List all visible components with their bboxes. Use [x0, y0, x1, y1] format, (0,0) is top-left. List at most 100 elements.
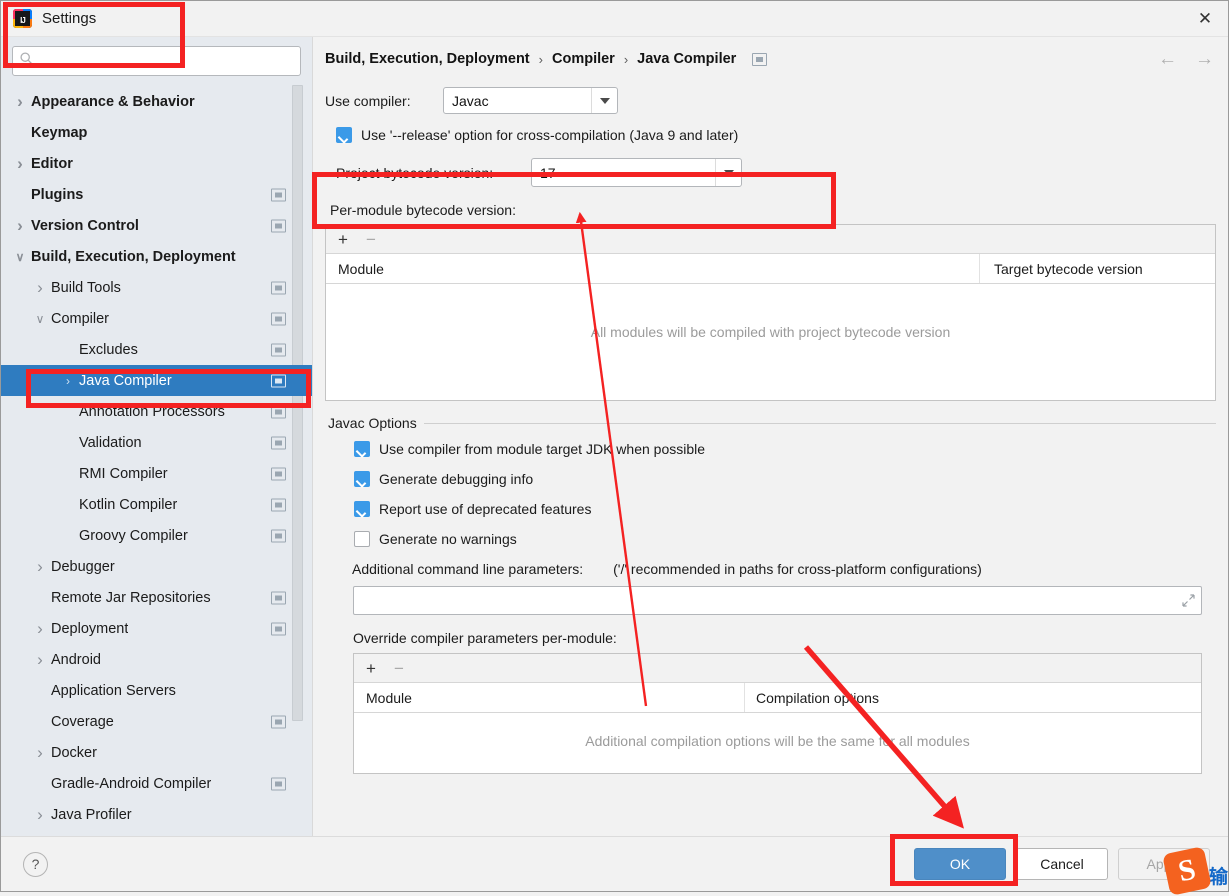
sidebar-item-label: RMI Compiler — [79, 465, 168, 482]
arrow-right-icon[interactable]: → — [1195, 50, 1214, 69]
chevron-right-icon[interactable]: › — [29, 743, 51, 763]
javac-option-row-1[interactable]: Generate debugging info — [354, 471, 1216, 487]
chevron-right-icon[interactable]: › — [29, 650, 51, 670]
module-scope-icon[interactable] — [271, 529, 286, 542]
breadcrumb-mid[interactable]: Compiler — [552, 51, 615, 67]
search-area — [1, 37, 312, 85]
chevron-right-icon[interactable]: › — [29, 278, 51, 298]
sidebar-item-coverage[interactable]: ›Coverage — [1, 706, 312, 737]
sidebar-item-groovy-compiler[interactable]: ›Groovy Compiler — [1, 520, 312, 551]
module-scope-icon[interactable] — [271, 622, 286, 635]
module-scope-icon[interactable] — [271, 374, 286, 387]
generate-debugging-info-checkbox[interactable] — [354, 471, 370, 487]
chevron-right-icon[interactable]: › — [9, 154, 31, 174]
sidebar-item-build-tools[interactable]: › Build Tools — [1, 272, 312, 303]
use-module-jdk-label: Use compiler from module target JDK when… — [379, 441, 706, 457]
column-header-target-bytecode[interactable]: Target bytecode version — [979, 254, 1215, 283]
module-scope-icon[interactable] — [271, 343, 286, 356]
sidebar-item-gradle-android-compiler[interactable]: ›Gradle-Android Compiler — [1, 768, 312, 799]
chevron-right-icon[interactable]: › — [29, 805, 51, 825]
report-deprecated-checkbox[interactable] — [354, 501, 370, 517]
expand-icon[interactable] — [1175, 594, 1201, 607]
column-header-module[interactable]: Module — [354, 690, 744, 706]
sidebar-item-java-compiler[interactable]: › Java Compiler — [1, 365, 312, 396]
sidebar-item-kotlin-compiler[interactable]: ›Kotlin Compiler — [1, 489, 312, 520]
close-icon[interactable]: ✕ — [1182, 1, 1228, 36]
additional-params-input[interactable] — [354, 592, 1175, 609]
module-scope-icon[interactable] — [271, 467, 286, 480]
settings-tree[interactable]: ›Appearance & Behavior›Keymap›Editor›Plu… — [1, 85, 312, 836]
sidebar-item-editor[interactable]: › Editor — [1, 148, 312, 179]
chevron-down-icon[interactable]: ∨ — [29, 312, 51, 326]
chevron-right-icon[interactable]: › — [29, 557, 51, 577]
sidebar-item-label: Debugger — [51, 558, 115, 575]
sidebar-item-android[interactable]: › Android — [1, 644, 312, 675]
sidebar-item-rmi-compiler[interactable]: ›RMI Compiler — [1, 458, 312, 489]
sidebar-item-java-profiler[interactable]: › Java Profiler — [1, 799, 312, 830]
sidebar-item-validation[interactable]: ›Validation — [1, 427, 312, 458]
project-bytecode-select[interactable]: 17 — [531, 158, 742, 187]
sidebar-item-plugins[interactable]: ›Plugins — [1, 179, 312, 210]
chevron-down-icon[interactable] — [715, 159, 741, 186]
column-header-compilation-options[interactable]: Compilation options — [744, 683, 1198, 712]
javac-option-row-3[interactable]: Generate no warnings — [354, 531, 1216, 547]
plus-icon[interactable]: + — [366, 660, 376, 677]
module-scope-icon[interactable] — [752, 52, 768, 66]
sidebar-item-docker[interactable]: › Docker — [1, 737, 312, 768]
sidebar-item-deployment[interactable]: › Deployment — [1, 613, 312, 644]
settings-dialog: IJ Settings ✕ › Appearance & Behavior Ke… — [0, 0, 1229, 892]
sidebar-item-label: Validation — [79, 434, 142, 451]
module-scope-icon[interactable] — [271, 281, 286, 294]
sidebar-item-label: Build, Execution, Deployment — [31, 248, 236, 265]
chevron-down-icon[interactable]: ∨ — [9, 250, 31, 264]
minus-icon[interactable]: − — [394, 660, 404, 677]
module-scope-icon[interactable] — [271, 312, 286, 325]
ok-button[interactable]: OK — [914, 848, 1006, 880]
search-box[interactable] — [12, 46, 301, 76]
sidebar-item-label: Android — [51, 651, 101, 668]
per-module-table-body[interactable]: All modules will be compiled with projec… — [326, 284, 1215, 400]
sidebar-item-annotation-processors[interactable]: ›Annotation Processors — [1, 396, 312, 427]
sidebar-item-application-servers[interactable]: ›Application Servers — [1, 675, 312, 706]
arrow-left-icon[interactable]: ← — [1158, 50, 1177, 69]
help-icon[interactable]: ? — [23, 851, 48, 877]
search-input[interactable] — [33, 52, 293, 70]
generate-no-warnings-label: Generate no warnings — [379, 531, 517, 547]
chevron-right-icon[interactable]: › — [9, 216, 31, 236]
sidebar-item-compiler[interactable]: ∨ Compiler — [1, 303, 312, 334]
module-scope-icon[interactable] — [271, 405, 286, 418]
override-table-body[interactable]: Additional compilation options will be t… — [354, 713, 1201, 773]
additional-params-input-wrapper[interactable] — [353, 586, 1202, 615]
chevron-down-icon[interactable] — [591, 88, 617, 113]
minus-icon[interactable]: − — [366, 231, 376, 248]
release-option-checkbox[interactable] — [336, 127, 352, 143]
search-icon — [20, 52, 33, 70]
sidebar-item-version-control[interactable]: › Version Control — [1, 210, 312, 241]
module-scope-icon[interactable] — [271, 777, 286, 790]
plus-icon[interactable]: + — [338, 231, 348, 248]
generate-no-warnings-checkbox[interactable] — [354, 531, 370, 547]
release-option-row[interactable]: Use '--release' option for cross-compila… — [336, 127, 1216, 143]
module-scope-icon[interactable] — [271, 436, 286, 449]
sidebar-item-build-execution-deployment[interactable]: ∨ Build, Execution, Deployment — [1, 241, 312, 272]
sidebar-item-remote-jar-repositories[interactable]: ›Remote Jar Repositories — [1, 582, 312, 613]
module-scope-icon[interactable] — [271, 498, 286, 511]
sidebar-item-keymap[interactable]: ›Keymap — [1, 117, 312, 148]
javac-option-row-0[interactable]: Use compiler from module target JDK when… — [354, 441, 1216, 457]
breadcrumb-root[interactable]: Build, Execution, Deployment — [325, 51, 530, 67]
module-scope-icon[interactable] — [271, 591, 286, 604]
module-scope-icon[interactable] — [271, 188, 286, 201]
column-header-module[interactable]: Module — [326, 261, 979, 277]
chevron-right-icon[interactable]: › — [29, 619, 51, 639]
use-module-jdk-checkbox[interactable] — [354, 441, 370, 457]
chevron-right-icon[interactable]: › — [9, 92, 31, 112]
use-compiler-select[interactable]: Javac — [443, 87, 618, 114]
java-compiler-panel: Use compiler: Javac Use '--release' opti… — [313, 87, 1228, 774]
javac-option-row-2[interactable]: Report use of deprecated features — [354, 501, 1216, 517]
cancel-button[interactable]: Cancel — [1016, 848, 1108, 880]
sidebar-item-excludes[interactable]: ›Excludes — [1, 334, 312, 365]
sidebar-item-appearance-behavior[interactable]: › Appearance & Behavior — [1, 86, 312, 117]
sidebar-item-debugger[interactable]: › Debugger — [1, 551, 312, 582]
module-scope-icon[interactable] — [271, 219, 286, 232]
module-scope-icon[interactable] — [271, 715, 286, 728]
